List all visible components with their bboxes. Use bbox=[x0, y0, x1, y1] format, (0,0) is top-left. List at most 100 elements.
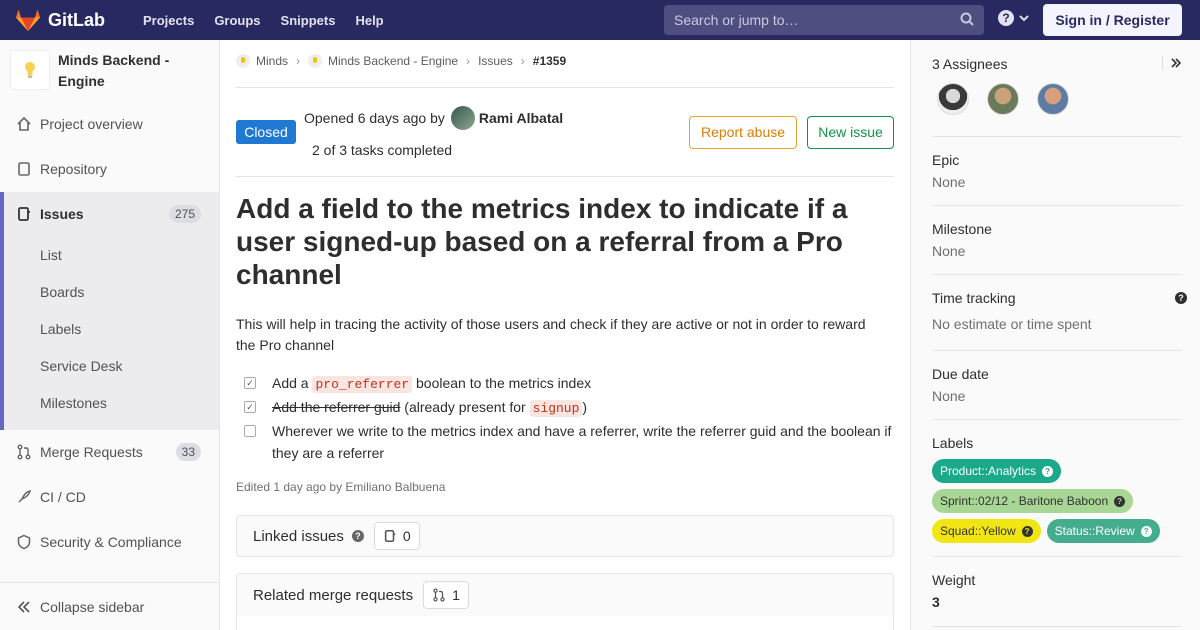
weight-section: Weight 3 bbox=[932, 572, 1182, 610]
divider bbox=[932, 136, 1182, 137]
task-text-post: boolean to the metrics index bbox=[416, 375, 592, 391]
breadcrumb-minds[interactable]: Minds bbox=[236, 54, 288, 68]
help-icon[interactable]: ? bbox=[1175, 292, 1187, 304]
task-text: Add the referrer guid (already present f… bbox=[272, 396, 587, 420]
breadcrumb-issue-number[interactable]: #1359 bbox=[533, 54, 566, 68]
issue-description: This will help in tracing the activity o… bbox=[236, 316, 866, 353]
sidebar-subitem-service-desk[interactable]: Service Desk bbox=[40, 358, 122, 374]
linked-issues-panel: Linked issues ? 0 bbox=[236, 515, 894, 557]
sidebar-item-merge-requests[interactable]: Merge Requests 33 bbox=[0, 430, 219, 474]
sidebar-subitem-boards[interactable]: Boards bbox=[40, 284, 84, 300]
task-checkbox[interactable]: ✓ bbox=[244, 401, 256, 413]
home-icon bbox=[16, 116, 32, 132]
double-chevron-right-icon bbox=[1171, 58, 1182, 68]
avatar[interactable] bbox=[937, 83, 969, 115]
sidebar-item-ci-cd[interactable]: CI / CD bbox=[0, 475, 219, 519]
nav-groups[interactable]: Groups bbox=[214, 13, 260, 28]
help-icon: ? bbox=[1021, 525, 1033, 537]
task-checkbox[interactable]: ✓ bbox=[244, 377, 256, 389]
sidebar-subitem-list[interactable]: List bbox=[40, 247, 62, 263]
merge-requests-count-badge: 33 bbox=[175, 443, 201, 461]
task-checkbox[interactable] bbox=[244, 425, 256, 437]
nav-help[interactable]: Help bbox=[355, 13, 383, 28]
weight-value: 3 bbox=[932, 594, 940, 610]
sidebar-item-project-overview[interactable]: Project overview bbox=[0, 102, 219, 146]
sidebar-item-issues[interactable]: Issues 275 bbox=[0, 192, 219, 236]
collapse-sidebar-button[interactable]: Collapse sidebar bbox=[0, 582, 219, 630]
group-avatar bbox=[236, 54, 250, 68]
nav-snippets[interactable]: Snippets bbox=[281, 13, 336, 28]
author-avatar[interactable] bbox=[450, 106, 475, 130]
inline-code: signup bbox=[529, 400, 583, 417]
issues-icon bbox=[384, 529, 396, 543]
milestone-value: None bbox=[932, 243, 966, 259]
help-icon[interactable]: ? bbox=[351, 530, 364, 542]
sign-in-button[interactable]: Sign in / Register bbox=[1043, 4, 1182, 36]
milestone-section: Milestone None bbox=[932, 221, 1182, 259]
task-text-pre: (already present for bbox=[404, 399, 526, 415]
task-text-strike: Add the referrer guid bbox=[272, 399, 401, 415]
labels-list: Product::Analytics?Sprint::02/12 - Barit… bbox=[932, 459, 1182, 549]
rocket-icon bbox=[16, 489, 32, 505]
related-mr-count-value: 1 bbox=[452, 587, 460, 603]
linked-issues-title: Linked issues bbox=[253, 527, 344, 545]
search-icon bbox=[960, 12, 974, 26]
edited-note: Edited 1 day ago by Emiliano Balbuena bbox=[236, 480, 446, 494]
status-badge: Closed bbox=[236, 120, 296, 144]
chevron-down-icon bbox=[1019, 15, 1029, 22]
labels-title: Labels bbox=[932, 435, 974, 451]
project-header[interactable]: Minds Backend - Engine bbox=[10, 50, 198, 92]
task-text: Add a pro_referrer boolean to the metric… bbox=[272, 372, 591, 396]
task-item: Wherever we write to the metrics index a… bbox=[244, 420, 894, 464]
issues-count-badge: 275 bbox=[168, 205, 201, 223]
breadcrumb-issues[interactable]: Issues bbox=[478, 54, 513, 68]
search-input[interactable]: Search or jump to… bbox=[664, 5, 984, 35]
sidebar-item-repository[interactable]: Repository bbox=[0, 147, 219, 191]
breadcrumb-label: Minds Backend - Engine bbox=[328, 54, 459, 68]
label-status-review[interactable]: Status::Review? bbox=[1046, 519, 1160, 543]
sidebar-subitem-labels[interactable]: Labels bbox=[40, 321, 81, 337]
report-abuse-button[interactable]: Report abuse bbox=[689, 116, 797, 149]
gitlab-home-link[interactable]: GitLab bbox=[16, 9, 105, 31]
sidebar-subitem-milestones[interactable]: Milestones bbox=[40, 395, 107, 411]
task-item: ✓ Add a pro_referrer boolean to the metr… bbox=[244, 372, 894, 396]
breadcrumb-project[interactable]: Minds Backend - Engine bbox=[308, 54, 458, 68]
linked-issues-count[interactable]: 0 bbox=[373, 522, 420, 550]
assignees-section: 3 Assignees bbox=[932, 56, 1182, 72]
label-sprint[interactable]: Sprint::02/12 - Baritone Baboon? bbox=[932, 489, 1134, 513]
label-text: Squad::Yellow bbox=[940, 524, 1016, 538]
time-tracking-title: Time tracking bbox=[932, 290, 1016, 306]
label-squad-yellow[interactable]: Squad::Yellow? bbox=[932, 519, 1041, 543]
search-placeholder: Search or jump to… bbox=[674, 12, 799, 28]
inline-code: pro_referrer bbox=[312, 376, 413, 393]
due-date-title: Due date bbox=[932, 366, 989, 382]
labels-section: Labels Product::Analytics?Sprint::02/12 … bbox=[932, 435, 1182, 549]
top-navbar: GitLab Projects Groups Snippets Help Sea… bbox=[0, 0, 1200, 40]
help-dropdown[interactable]: ? bbox=[998, 10, 1030, 26]
left-sidebar: Minds Backend - Engine Project overview … bbox=[0, 40, 220, 630]
chevron-right-icon: › bbox=[520, 54, 525, 68]
nav-projects[interactable]: Projects bbox=[143, 13, 194, 28]
sidebar-item-security[interactable]: Security & Compliance bbox=[0, 520, 219, 564]
task-text: Wherever we write to the metrics index a… bbox=[272, 423, 892, 461]
epic-title: Epic bbox=[932, 152, 960, 168]
doc-icon bbox=[16, 161, 32, 177]
new-issue-button[interactable]: New issue bbox=[807, 116, 894, 149]
double-chevron-left-icon bbox=[16, 599, 32, 615]
avatar[interactable] bbox=[987, 83, 1019, 115]
divider bbox=[932, 419, 1182, 420]
gitlab-wordmark: GitLab bbox=[48, 9, 105, 30]
collapse-right-sidebar-button[interactable] bbox=[1162, 56, 1182, 72]
opened-text: Opened 6 days ago by bbox=[304, 110, 445, 126]
divider bbox=[932, 350, 1182, 351]
divider bbox=[932, 205, 1182, 206]
merge-request-icon bbox=[16, 444, 32, 460]
issue-title: Add a field to the metrics index to indi… bbox=[236, 193, 848, 290]
avatar[interactable] bbox=[1037, 83, 1069, 115]
related-merge-requests-panel: Related merge requests 1 bbox=[236, 573, 894, 617]
weight-title: Weight bbox=[932, 572, 976, 588]
help-icon: ? bbox=[1114, 495, 1126, 507]
label-product-analytics[interactable]: Product::Analytics? bbox=[932, 459, 1062, 483]
related-mr-count[interactable]: 1 bbox=[423, 581, 469, 609]
author-name[interactable]: Rami Albatal bbox=[479, 110, 563, 126]
